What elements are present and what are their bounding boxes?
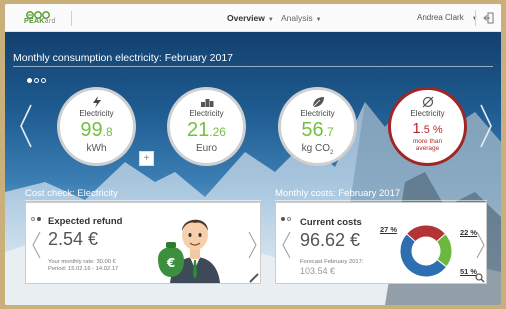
chevron-left-icon[interactable] [32, 231, 41, 259]
topbar-divider [475, 10, 476, 26]
chevron-right-icon[interactable] [476, 231, 485, 259]
section-divider [13, 66, 493, 67]
kwh-tile[interactable]: Electricity 99.8 kWh [57, 87, 136, 166]
top-navigation-bar: PEAKard Overview ▼ Analysis ▼ Andrea Clark… [5, 4, 501, 32]
refund-amount: 2.54 € [48, 229, 99, 249]
forecast-value: 103.54 € [300, 266, 336, 276]
carousel-next-icon[interactable] [479, 103, 493, 149]
pager-dot[interactable] [27, 78, 32, 83]
nav-analysis[interactable]: Analysis ▼ [281, 13, 322, 23]
zoom-icon[interactable] [475, 273, 485, 283]
pager-dot[interactable] [287, 217, 291, 221]
svg-text:€: € [166, 256, 175, 270]
cost-check-title: Cost check: Electricity [25, 188, 118, 199]
tile-label: Electricity [410, 109, 445, 118]
businessman-illustration: € [158, 219, 220, 283]
card-pager[interactable] [281, 208, 293, 226]
logo-wordmark: PEAKard [24, 18, 56, 25]
user-menu[interactable]: Andrea Clark▼ [417, 13, 478, 22]
pager-dot[interactable] [37, 217, 41, 221]
expected-refund-label: Expected refund [48, 216, 123, 227]
average-tile[interactable]: Electricity 1.5 % more than average [388, 87, 467, 166]
tile-value: 99.8 [80, 119, 113, 141]
chart-label-22: 22 % [460, 228, 478, 237]
lightning-icon [92, 96, 101, 108]
pager-dot[interactable] [41, 78, 46, 83]
cost-donut-chart[interactable] [396, 223, 456, 279]
section-divider [25, 200, 261, 201]
average-icon [422, 96, 433, 108]
co2-tile[interactable]: Electricity 56.7 kg CO2 [278, 87, 357, 166]
topbar-divider [71, 11, 72, 26]
pager-dot[interactable] [34, 78, 39, 83]
tile-unit: kg CO2 [301, 143, 334, 156]
cost-check-card[interactable]: Expected refund 2.54 € Your monthly rate… [25, 202, 261, 284]
euro-tile[interactable]: Electricity 21.26 Euro [167, 87, 246, 166]
pager-dot[interactable] [31, 217, 35, 221]
section-divider [275, 200, 487, 201]
leaf-icon [312, 97, 324, 108]
add-tile-button[interactable]: + [139, 151, 154, 166]
tile-label: Electricity [79, 109, 114, 118]
coins-icon [200, 99, 213, 107]
forecast-label: Forecast February 2017: [300, 259, 364, 265]
tile-unit: Euro [195, 143, 218, 154]
monthly-rate-text: Your monthly rate: 30.00 € [48, 259, 116, 265]
tile-value: 56.7 [301, 119, 334, 141]
tile-value: 1.5 % [412, 120, 443, 137]
chart-label-27: 27 % [380, 225, 398, 234]
chevron-down-icon: ▼ [267, 17, 274, 23]
carousel-pager[interactable] [27, 70, 48, 88]
app-window: PEAKard Overview ▼ Analysis ▼ Andrea Clark… [5, 4, 501, 305]
pencil-icon[interactable] [249, 273, 259, 283]
tile-unit: more than average [412, 138, 443, 152]
monthly-costs-title: Monthly costs: February 2017 [275, 188, 401, 199]
tile-unit: kWh [86, 143, 107, 154]
chevron-down-icon: ▼ [315, 17, 322, 23]
monthly-costs-card[interactable]: Current costs 96.62 € Forecast February … [275, 202, 487, 284]
tile-label: Electricity [300, 109, 335, 118]
current-costs-amount: 96.62 € [300, 230, 361, 250]
tile-label: Electricity [189, 109, 224, 118]
carousel-prev-icon[interactable] [19, 103, 33, 149]
tile-value: 21.26 [187, 119, 226, 141]
card-pager[interactable] [31, 208, 43, 226]
logout-icon[interactable] [483, 12, 495, 24]
chevron-right-icon[interactable] [248, 231, 257, 259]
current-costs-label: Current costs [300, 217, 362, 228]
nav-overview[interactable]: Overview ▼ [227, 13, 274, 23]
pager-dot[interactable] [281, 217, 285, 221]
period-text: Period: 15.02.16 - 14.02.17 [48, 266, 119, 272]
monthly-consumption-title: Monthly consumption electricity: Februar… [13, 52, 234, 64]
chevron-left-icon[interactable] [282, 231, 291, 259]
